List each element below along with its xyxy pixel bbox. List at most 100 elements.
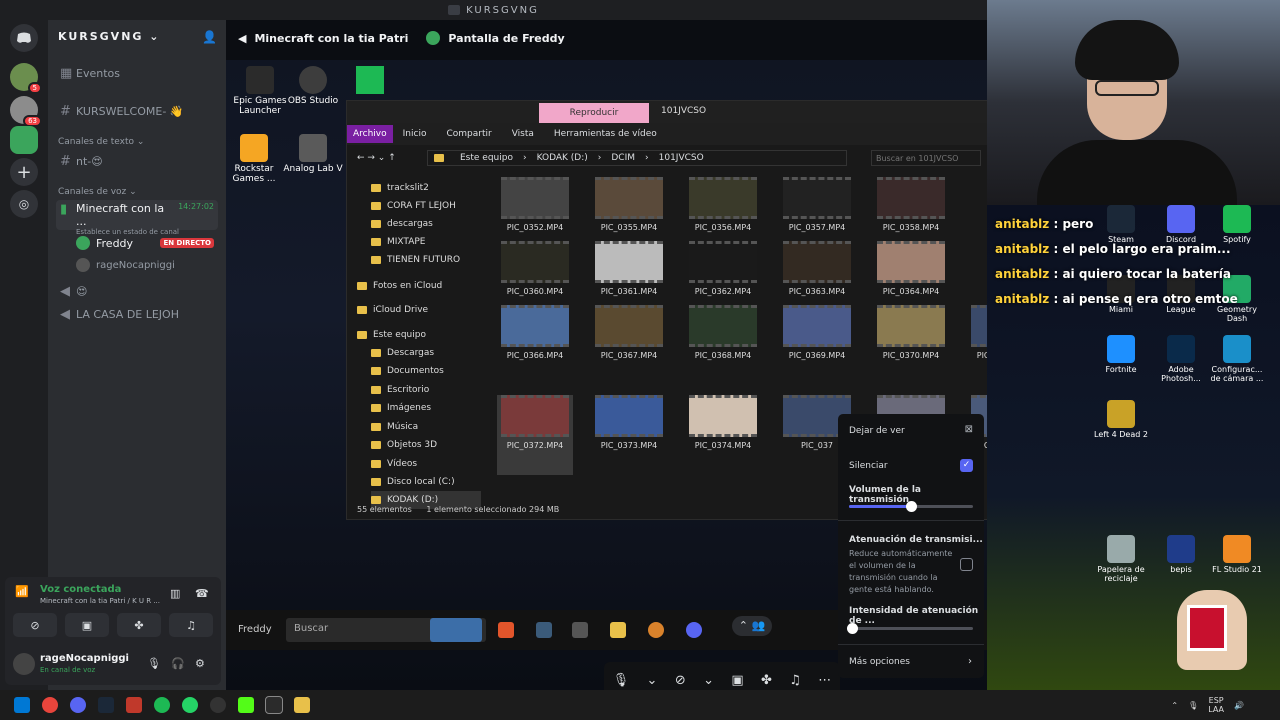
noise-suppression-icon[interactable]: ▥ (170, 587, 180, 600)
file-thumbnail[interactable]: PIC_0352.MP4 (497, 177, 573, 237)
desktop-icon[interactable]: bepis (1153, 535, 1209, 574)
volume-slider[interactable] (849, 501, 973, 512)
desktop-icon[interactable]: Configurac... de cámara ... (1209, 335, 1265, 383)
slider-knob[interactable] (906, 501, 917, 512)
tab-herramientas[interactable]: Herramientas de vídeo (544, 129, 667, 139)
desktop-icon[interactable]: Papelera de reciclaje (1093, 535, 1149, 583)
nav-item[interactable]: iCloud Drive (357, 301, 428, 319)
tab-vista[interactable]: Vista (502, 129, 544, 139)
voice-channel-lacasa[interactable]: ◀ LA CASA DE LEJOH (56, 303, 218, 325)
file-thumbnail[interactable]: PIC_0373.MP4 (591, 395, 667, 475)
events-item[interactable]: ▦ Eventos (56, 62, 218, 84)
steam-icon[interactable] (536, 622, 552, 638)
epic-games-icon[interactable] (265, 696, 283, 714)
avatar[interactable] (13, 653, 35, 675)
brave-icon[interactable] (498, 622, 514, 638)
file-thumbnail[interactable]: PIC_0356.MP4 (685, 177, 761, 237)
desktop-icon[interactable]: Analog Lab V (281, 134, 345, 174)
voice-status[interactable]: Voz conectada (40, 584, 121, 595)
server-icon-1[interactable]: 5 (10, 63, 42, 94)
file-thumbnail[interactable]: PIC_0357.MP4 (779, 177, 855, 237)
language-indicator[interactable]: ESP LAA (1208, 696, 1224, 714)
file-thumbnail[interactable]: PIC_0363.MP4 (779, 241, 855, 301)
minecraft-icon[interactable] (572, 622, 588, 638)
nav-arrows-icon[interactable]: ← → ⌄ ↑ (357, 153, 427, 163)
file-thumbnail[interactable]: PIC_0355.MP4 (591, 177, 667, 237)
slider-knob[interactable] (847, 623, 858, 634)
voice-channel-emoji[interactable]: ◀ 😍 (56, 280, 218, 302)
steam-icon[interactable] (98, 697, 114, 713)
discord-icon[interactable] (686, 622, 702, 638)
kick-icon[interactable] (356, 66, 384, 94)
file-thumbnail[interactable]: PIC_0372.MP4 (497, 395, 573, 475)
nav-item[interactable]: Música (371, 418, 418, 436)
chrome-icon[interactable] (42, 697, 58, 713)
file-thumbnail[interactable]: PIC_0367.MP4 (591, 305, 667, 365)
close-stream-icon[interactable]: ⊠ (965, 424, 973, 435)
explore-icon[interactable]: ◎ (10, 190, 38, 218)
chevron-down-icon[interactable]: ⌄ (703, 673, 714, 688)
voice-user-rage[interactable]: rageNocapniggi (72, 254, 218, 276)
play-tab[interactable]: Reproducir (539, 103, 649, 123)
stop-watching-item[interactable]: Dejar de ver (849, 426, 905, 436)
nav-item[interactable]: Este equipo (357, 326, 426, 344)
nav-item[interactable]: Imágenes (371, 399, 431, 417)
tab-compartir[interactable]: Compartir (436, 129, 501, 139)
camera-off-icon[interactable]: ⊘ (675, 673, 686, 688)
file-thumbnail[interactable]: PIC_0369.MP4 (779, 305, 855, 365)
server-name[interactable]: KURSGVNG ⌄ (58, 30, 161, 43)
tab-inicio[interactable]: Inicio (393, 129, 437, 139)
desktop-icon[interactable]: Steam (1093, 205, 1149, 244)
activities-icon[interactable]: ✤ (761, 673, 772, 688)
spotify-icon[interactable] (154, 697, 170, 713)
path-part[interactable]: DCIM (611, 153, 635, 163)
server-icon-2[interactable]: 63 (10, 96, 42, 127)
nav-item[interactable]: Documentos (371, 362, 444, 380)
nav-item[interactable]: Vídeos (371, 455, 417, 473)
more-options-item[interactable]: Más opciones (849, 657, 910, 667)
channel-welcome[interactable]: # KURSWELCOME- 👋 (56, 100, 218, 122)
soundboard-icon[interactable]: ♫ (789, 673, 801, 688)
camera-off-button[interactable]: ⊘ (13, 613, 57, 637)
nav-item[interactable]: Objetos 3D (371, 436, 437, 454)
add-server-icon[interactable]: + (10, 158, 38, 186)
desktop-icon[interactable]: Fortnite (1093, 335, 1149, 374)
nav-item[interactable]: descargas (371, 215, 433, 233)
invite-icon[interactable]: 👤 (202, 30, 217, 44)
desktop-icon[interactable]: Adobe Photosh... (1153, 335, 1209, 383)
channel-nt[interactable]: # nt-😍 (56, 150, 218, 172)
chevron-up-icon[interactable]: ⌃ (1171, 701, 1178, 710)
file-thumbnail[interactable]: PIC_0366.MP4 (497, 305, 573, 365)
intensity-slider[interactable] (847, 623, 973, 634)
desktop-icon[interactable]: Left 4 Dead 2 (1093, 400, 1149, 439)
nav-item[interactable]: MIXTAPE (371, 233, 426, 251)
app-icon[interactable] (126, 697, 142, 713)
mute-item[interactable]: Silenciar (849, 461, 888, 471)
nav-item[interactable]: TIENEN FUTURO (371, 251, 460, 269)
file-thumbnail[interactable]: PIC_0374.MP4 (685, 395, 761, 475)
desktop-icon[interactable]: Rockstar Games ... (226, 134, 286, 184)
file-thumbnail[interactable]: PIC_0370.MP4 (873, 305, 949, 365)
nav-item[interactable]: Disco local (C:) (371, 473, 455, 491)
file-thumbnail[interactable]: PIC_0360.MP4 (497, 241, 573, 301)
chevron-down-icon[interactable]: ⌄ (647, 673, 658, 688)
desktop-icon[interactable]: Discord (1153, 205, 1209, 244)
text-category[interactable]: Canales de texto ⌄ (58, 137, 144, 147)
screen-share-icon[interactable]: ▣ (731, 673, 743, 688)
file-thumbnail[interactable]: PIC_0361.MP4 (591, 241, 667, 301)
path-part[interactable]: 101JVCSO (659, 153, 704, 163)
microphone-icon[interactable]: 🎙 (613, 673, 630, 688)
chatgpt-icon[interactable] (210, 697, 226, 713)
headphones-icon[interactable]: 🎧 (171, 657, 185, 670)
disconnect-icon[interactable]: ☎ (195, 587, 209, 600)
more-icon[interactable]: ⋯ (818, 673, 831, 688)
kick-icon[interactable] (238, 697, 254, 713)
file-thumbnail[interactable]: PIC_0362.MP4 (685, 241, 761, 301)
file-thumbnail[interactable]: PIC_0368.MP4 (685, 305, 761, 365)
desktop-icon[interactable]: FL Studio 21 (1209, 535, 1265, 574)
start-icon[interactable] (14, 697, 30, 713)
tab-archivo[interactable]: Archivo (347, 125, 393, 143)
mute-checkbox[interactable]: ✓ (960, 459, 973, 472)
nav-item[interactable]: CORA FT LEJOH (371, 197, 456, 215)
discord-icon[interactable] (70, 697, 86, 713)
